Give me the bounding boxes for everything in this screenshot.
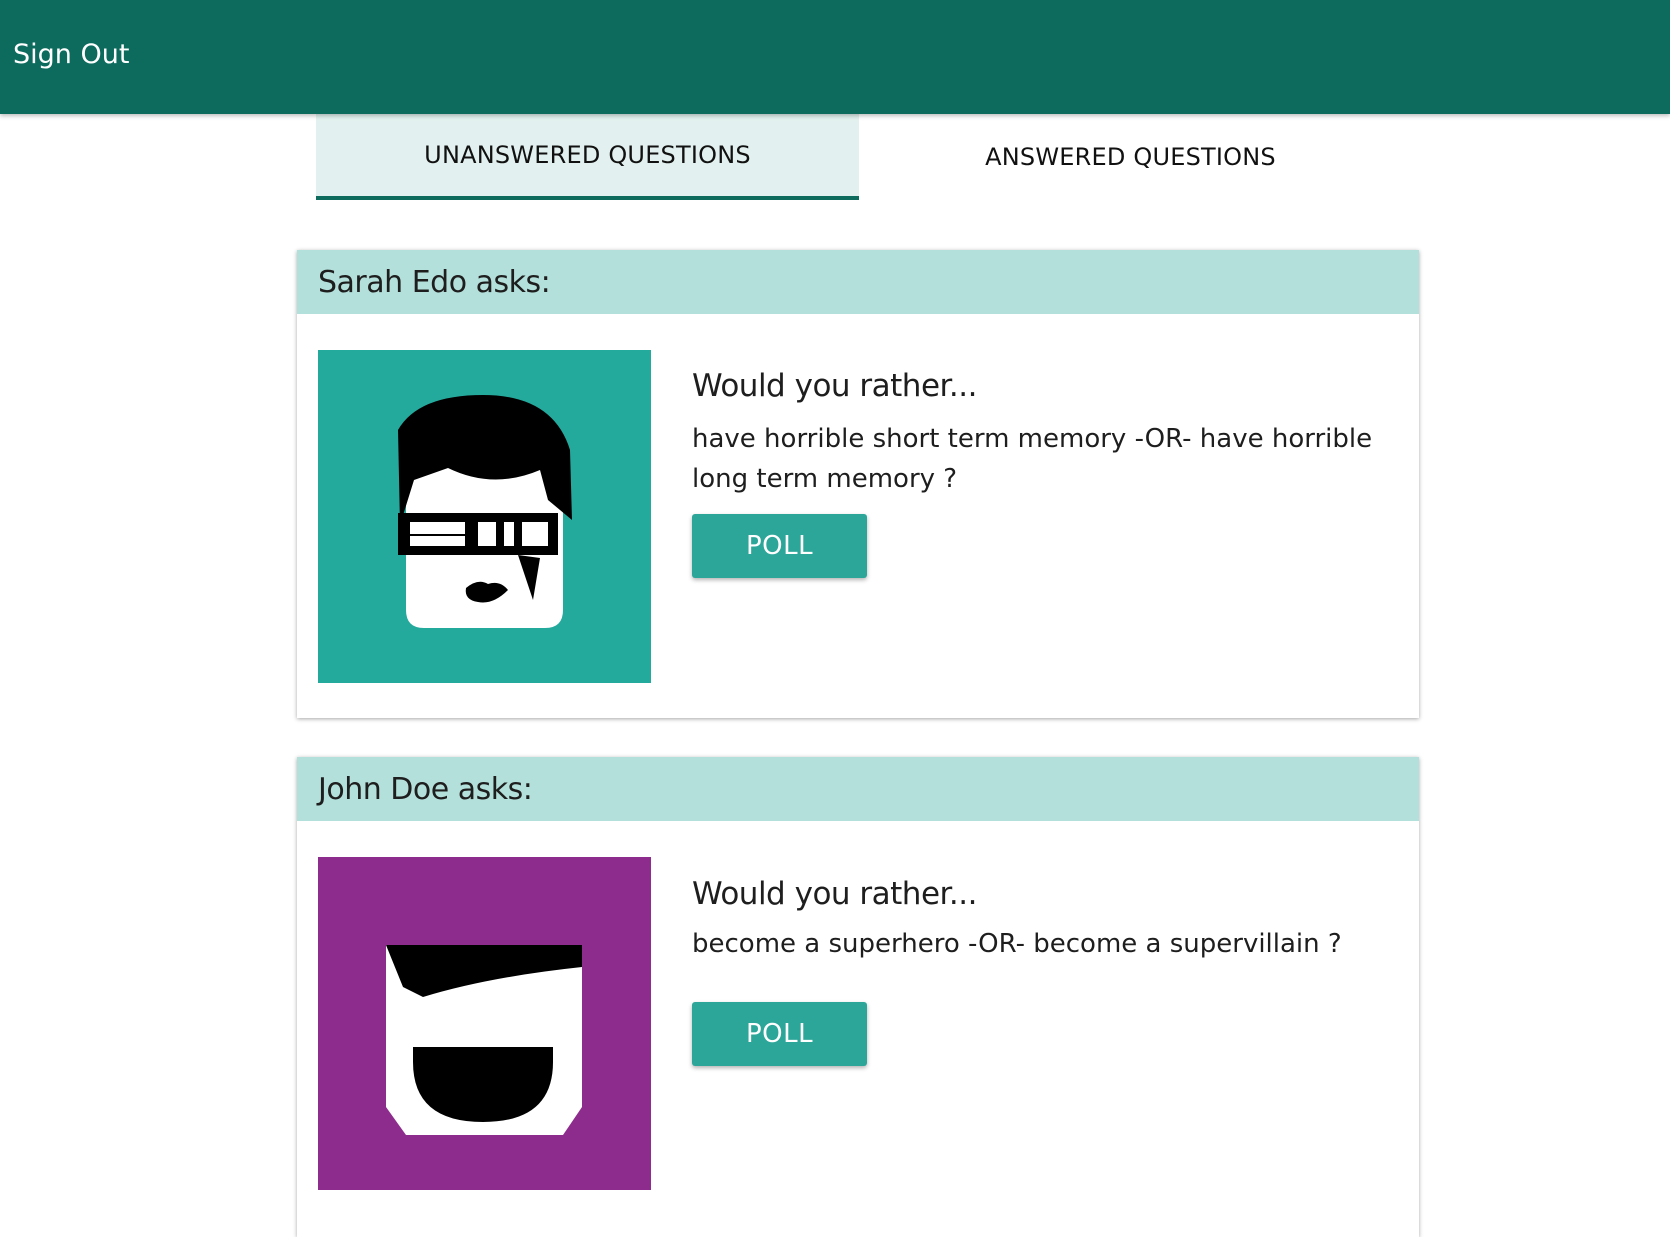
question-prompt: Would you rather...	[692, 876, 978, 912]
tab-unanswered-questions[interactable]: UNANSWERED QUESTIONS	[316, 114, 859, 200]
poll-button[interactable]: POLL	[692, 1002, 867, 1066]
top-app-bar: Sign Out	[0, 0, 1670, 114]
question-text: have horrible short term memory -OR- hav…	[692, 424, 1373, 494]
question-prompt: Would you rather...	[692, 368, 978, 404]
sarah-edo-avatar-icon	[318, 350, 651, 683]
question-text: become a superhero -OR- become a supervi…	[692, 929, 1342, 959]
question-tabs: UNANSWERED QUESTIONS ANSWERED QUESTIONS	[316, 114, 1402, 200]
question-card: Sarah Edo asks: Would you rather... have…	[297, 250, 1419, 718]
question-card: John Doe asks: Would you rather... becom…	[297, 757, 1419, 1237]
card-header-asker: Sarah Edo asks:	[297, 250, 1419, 314]
sign-out-link[interactable]: Sign Out	[13, 39, 129, 70]
tab-answered-questions[interactable]: ANSWERED QUESTIONS	[859, 114, 1402, 200]
card-header-asker: John Doe asks:	[297, 757, 1419, 821]
john-doe-avatar-icon	[318, 857, 651, 1190]
poll-button[interactable]: POLL	[692, 514, 867, 578]
